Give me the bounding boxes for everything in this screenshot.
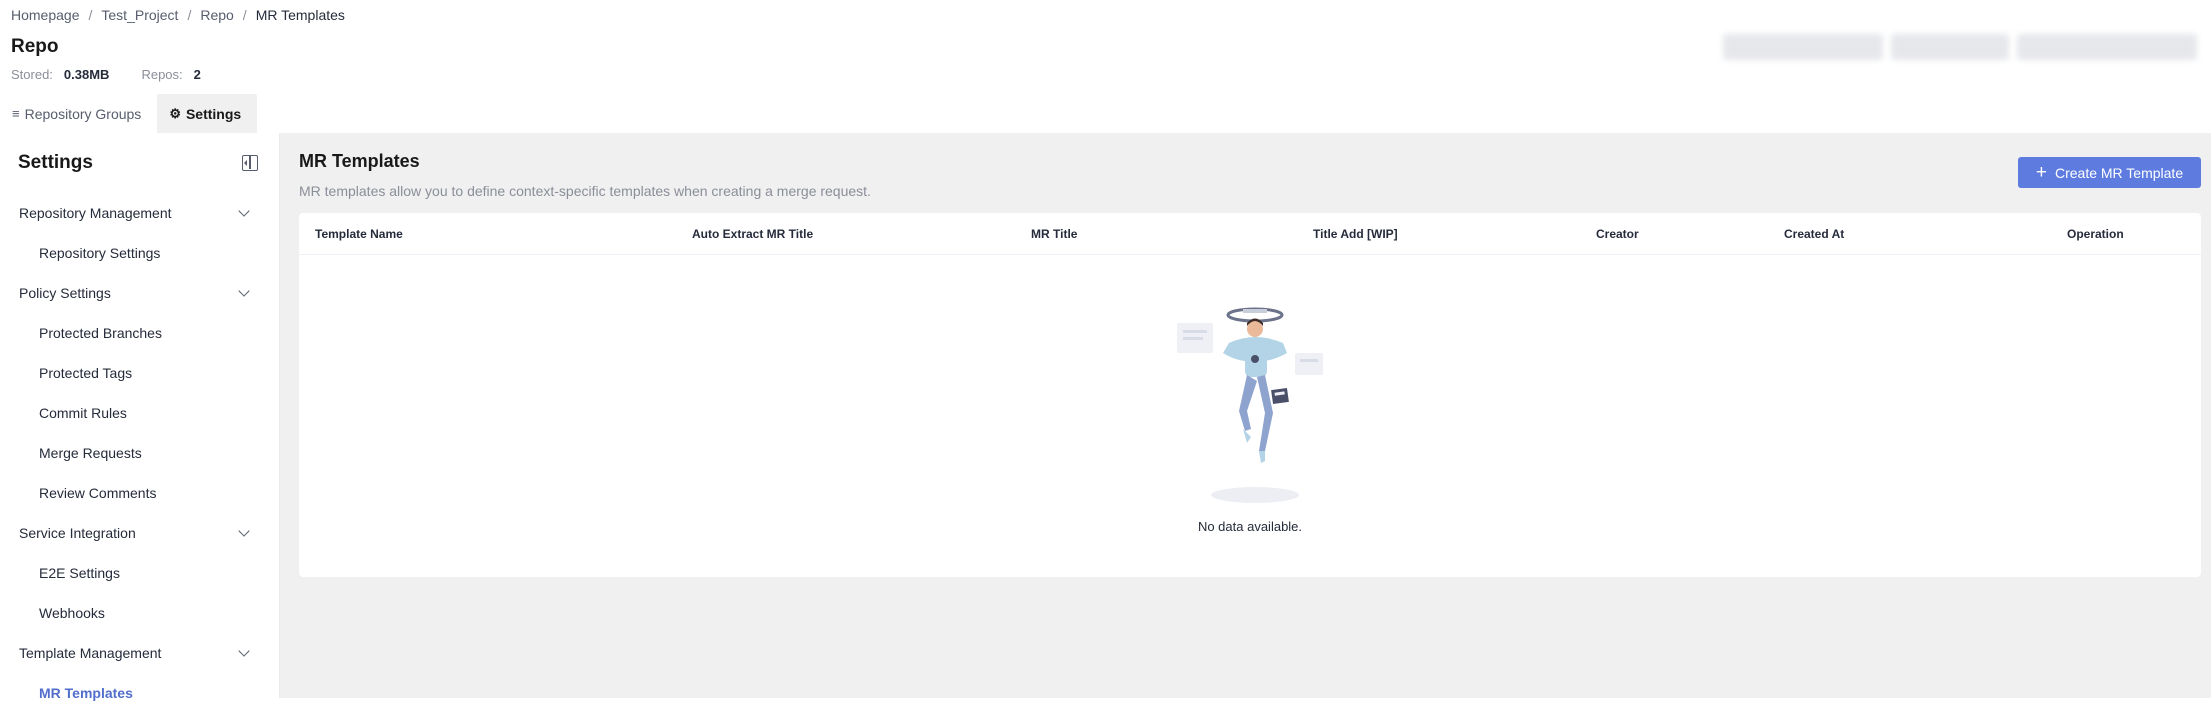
page-header: Homepage / Test_Project / Repo / MR Temp…	[0, 0, 2211, 133]
empty-state-text: No data available.	[1197, 519, 1303, 534]
menu-item-merge-requests[interactable]: Merge Requests	[0, 433, 280, 473]
breadcrumb: Homepage / Test_Project / Repo / MR Temp…	[11, 7, 345, 23]
chevron-down-icon	[238, 525, 250, 537]
empty-state-illustration	[1177, 307, 1323, 503]
repos-value: 2	[193, 67, 201, 82]
menu-item-mr-templates[interactable]: MR Templates	[0, 673, 280, 713]
breadcrumb-separator: /	[187, 7, 192, 23]
create-mr-template-button[interactable]: + Create MR Template	[2018, 157, 2201, 188]
plus-icon: +	[2035, 162, 2047, 183]
stored-label: Stored:	[11, 67, 53, 82]
menu-item-protected-tags[interactable]: Protected Tags	[0, 353, 280, 393]
menu-group-repository-management[interactable]: Repository Management	[0, 193, 280, 233]
column-title-add-wip[interactable]: Title Add [WIP]	[1313, 227, 1398, 241]
menu-group-label: Repository Management	[19, 205, 172, 221]
sidebar-header: Settings	[18, 150, 258, 176]
chevron-down-icon	[238, 645, 250, 657]
list-icon: ≡	[12, 106, 20, 121]
column-creator[interactable]: Creator	[1596, 227, 1639, 241]
menu-item-review-comments[interactable]: Review Comments	[0, 473, 280, 513]
menu-group-template-management[interactable]: Template Management	[0, 633, 280, 673]
tab-repository-groups[interactable]: ≡ Repository Groups	[0, 94, 157, 133]
menu-item-repository-settings[interactable]: Repository Settings	[0, 233, 280, 273]
stored-value: 0.38MB	[63, 67, 110, 82]
breadcrumb-homepage[interactable]: Homepage	[11, 7, 80, 23]
tab-label: Settings	[185, 105, 242, 122]
menu-group-policy-settings[interactable]: Policy Settings	[0, 273, 280, 313]
repos-label: Repos:	[141, 67, 183, 82]
gear-icon: ⚙	[169, 105, 181, 121]
tab-settings[interactable]: ⚙ Settings	[157, 94, 258, 133]
menu-item-webhooks[interactable]: Webhooks	[0, 593, 280, 633]
sidebar-title: Settings	[18, 152, 93, 173]
section-title: MR Templates	[299, 151, 420, 171]
column-created-at[interactable]: Created At	[1784, 227, 1844, 241]
tab-label: Repository Groups	[24, 105, 142, 122]
column-mr-title[interactable]: MR Title	[1031, 227, 1077, 241]
page-title: Repo	[11, 36, 59, 57]
chevron-down-icon	[238, 205, 250, 217]
settings-sidebar: Settings Repository Management Repositor…	[0, 133, 280, 701]
menu-group-label: Template Management	[19, 645, 162, 661]
menu-item-commit-rules[interactable]: Commit Rules	[0, 393, 280, 433]
breadcrumb-repo[interactable]: Repo	[200, 7, 233, 23]
menu-group-label: Policy Settings	[19, 285, 111, 301]
repo-stats: Stored: 0.38MB Repos: 2	[11, 67, 233, 82]
section-description: MR templates allow you to define context…	[299, 183, 871, 199]
mr-templates-table: Template Name Auto Extract MR Title MR T…	[299, 213, 2201, 577]
create-button-label: Create MR Template	[2054, 164, 2184, 181]
menu-item-protected-branches[interactable]: Protected Branches	[0, 313, 280, 353]
column-auto-extract-mr-title[interactable]: Auto Extract MR Title	[692, 227, 813, 241]
repo-tabs: ≡ Repository Groups ⚙ Settings	[0, 94, 258, 133]
breadcrumb-separator: /	[242, 7, 247, 23]
column-template-name[interactable]: Template Name	[315, 227, 403, 241]
chevron-down-icon	[238, 285, 250, 297]
menu-item-e2e-settings[interactable]: E2E Settings	[0, 553, 280, 593]
menu-group-service-integration[interactable]: Service Integration	[0, 513, 280, 553]
collapse-sidebar-icon[interactable]	[242, 155, 258, 171]
breadcrumb-project[interactable]: Test_Project	[101, 7, 178, 23]
column-operation: Operation	[2067, 227, 2124, 241]
breadcrumb-current: MR Templates	[255, 7, 345, 23]
menu-group-label: Service Integration	[19, 525, 136, 541]
settings-menu: Repository Management Repository Setting…	[0, 193, 280, 713]
breadcrumb-separator: /	[88, 7, 93, 23]
table-header: Template Name Auto Extract MR Title MR T…	[299, 213, 2201, 255]
blurred-repo-actions	[1723, 34, 2197, 60]
